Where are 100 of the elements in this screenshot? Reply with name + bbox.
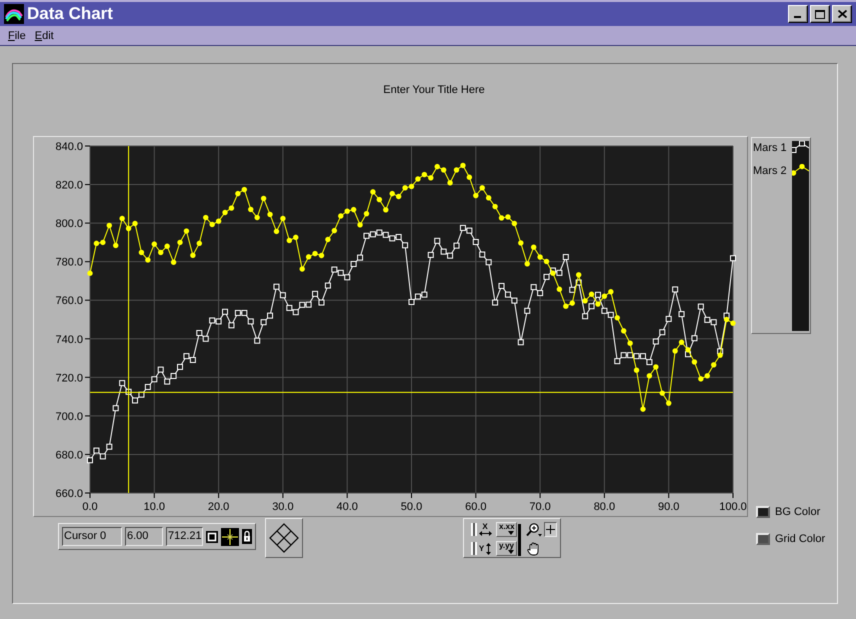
data-point: [672, 348, 678, 354]
data-point: [119, 216, 125, 222]
data-point: [222, 308, 228, 315]
x-tick-label: 30.0: [272, 501, 294, 513]
data-point: [666, 316, 672, 322]
maximize-button[interactable]: [810, 5, 830, 23]
data-point: [621, 328, 626, 334]
data-point: [254, 338, 260, 344]
cursor-name-field[interactable]: Cursor 0: [62, 527, 122, 546]
window-title: Data Chart: [27, 4, 113, 24]
scale-bars-icon: [470, 542, 478, 555]
data-point: [332, 228, 338, 234]
data-point: [145, 257, 151, 263]
data-point: [640, 406, 646, 412]
data-point: [138, 250, 144, 256]
data-point: [486, 195, 492, 201]
y-tick-label: 740.0: [55, 334, 83, 346]
data-point: [634, 368, 640, 373]
data-point: [87, 457, 93, 464]
data-point: [582, 313, 588, 320]
data-point: [691, 335, 698, 342]
cursor-tool-button[interactable]: [544, 522, 557, 537]
x-scale-button[interactable]: X: [469, 522, 493, 537]
data-point: [196, 240, 202, 246]
data-point: [730, 255, 736, 262]
data-point: [480, 185, 485, 191]
data-point: [454, 242, 460, 249]
line-sample-icon: [792, 164, 809, 178]
data-point: [447, 180, 453, 186]
x-tick-label: 10.0: [144, 501, 165, 513]
plus-icon: [546, 525, 555, 534]
zoom-in-icon: [526, 522, 542, 536]
data-point: [518, 240, 524, 246]
data-point: [267, 212, 273, 218]
cursor-y-field[interactable]: 712.21: [166, 527, 203, 546]
data-point: [312, 290, 318, 297]
x-tick-label: 90.0: [658, 501, 680, 513]
data-point: [113, 242, 118, 248]
data-point: [473, 192, 478, 198]
data-point: [357, 222, 363, 228]
data-point: [576, 272, 582, 278]
cursor-x-field[interactable]: 6.00: [125, 527, 163, 546]
cursor-line[interactable]: [90, 392, 734, 393]
close-button[interactable]: [832, 5, 852, 23]
data-point: [87, 270, 93, 276]
data-point: [158, 366, 164, 373]
data-point: [492, 300, 498, 306]
y-tick-label: 680.0: [55, 449, 83, 462]
x-tick-label: 40.0: [336, 501, 358, 513]
menu-item[interactable]: File: [8, 30, 26, 42]
data-point: [119, 380, 126, 386]
data-point: [524, 308, 530, 314]
data-point: [177, 364, 184, 370]
data-point: [711, 362, 716, 368]
y-tick-label: 820.0: [55, 180, 83, 192]
x-tick-label: 20.0: [208, 501, 230, 513]
color-label: Grid Color: [775, 533, 826, 545]
data-point: [659, 329, 666, 336]
data-point: [472, 239, 479, 245]
color-swatch-icon[interactable]: [756, 506, 770, 518]
menu-item[interactable]: Edit: [34, 30, 54, 42]
y-tick-label: 720.0: [55, 372, 83, 384]
x-tick-label: 0.0: [82, 501, 98, 513]
cursor-line[interactable]: [128, 146, 130, 494]
cursor-move-button[interactable]: [265, 518, 303, 558]
lock-icon[interactable]: [242, 529, 252, 544]
data-point: [692, 359, 698, 365]
data-point: [260, 196, 266, 202]
crosshair-icon[interactable]: [221, 528, 239, 546]
y-scale-button[interactable]: Y: [469, 541, 493, 556]
data-point: [254, 214, 260, 220]
data-point: [466, 174, 472, 180]
data-point: [660, 390, 665, 396]
vertical-arrow-icon: [486, 542, 492, 554]
y-tick-label: 840.0: [55, 141, 83, 153]
diamond-icon: [269, 523, 299, 553]
minimize-button[interactable]: [788, 5, 808, 23]
data-point: [126, 388, 132, 395]
data-point: [678, 311, 685, 318]
data-point: [325, 236, 331, 242]
color-label: BG Color: [775, 506, 820, 518]
hand-icon: [527, 542, 541, 556]
square-icon[interactable]: [206, 530, 218, 542]
data-point: [106, 222, 112, 228]
x-format-button[interactable]: x.xx: [496, 522, 517, 537]
y-tick-label: 800.0: [55, 218, 83, 230]
data-point: [524, 261, 530, 266]
y-tick-label: 760.0: [55, 295, 83, 308]
data-point: [184, 228, 190, 234]
y-format-button[interactable]: y.yy: [496, 541, 517, 556]
data-point: [652, 338, 659, 344]
legend-label: Mars 1: [753, 141, 788, 155]
scale-bars-icon: [470, 523, 478, 536]
y-tick-label: 700.0: [55, 410, 83, 423]
data-point: [280, 292, 286, 298]
data-point: [318, 300, 324, 306]
data-point: [112, 405, 119, 412]
data-point: [170, 260, 176, 265]
data-point: [248, 206, 254, 212]
color-swatch-icon[interactable]: [756, 533, 770, 545]
